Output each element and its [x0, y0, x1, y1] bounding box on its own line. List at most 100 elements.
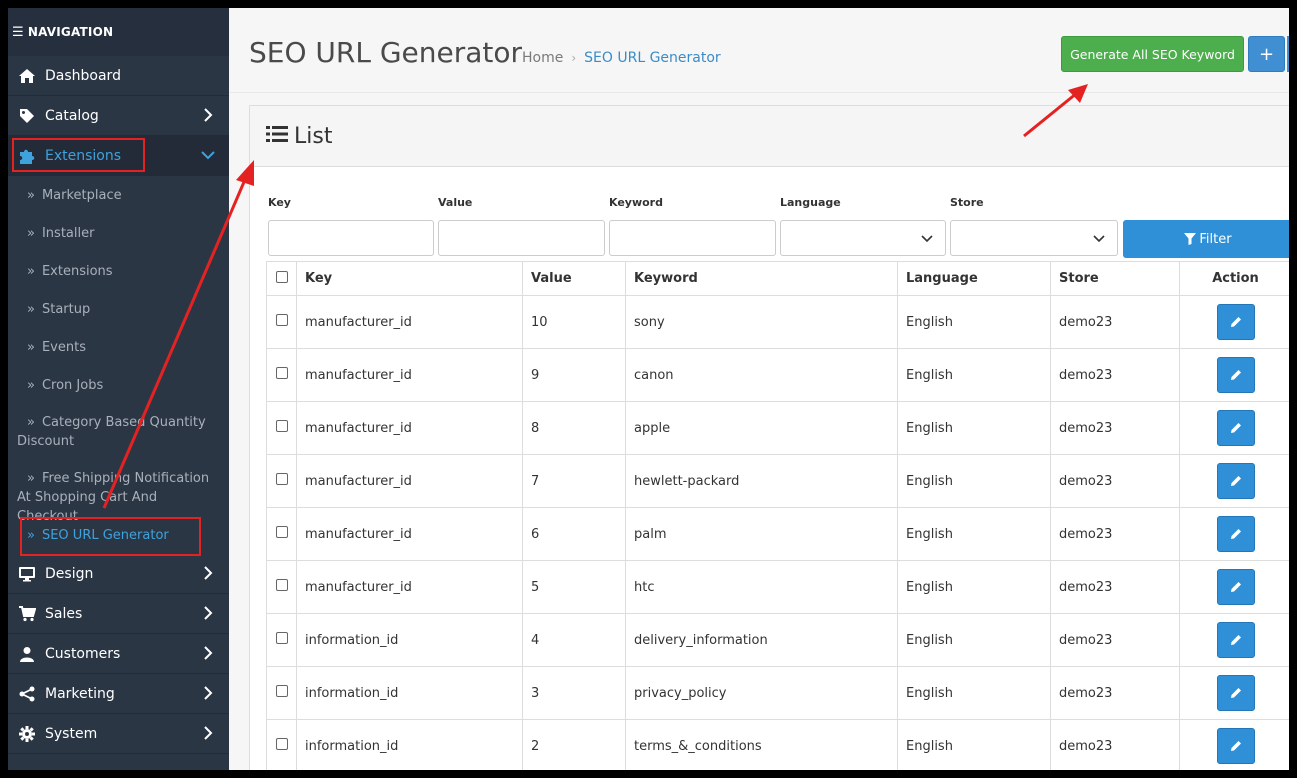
row-checkbox[interactable]: [275, 367, 288, 379]
row-checkbox[interactable]: [275, 579, 288, 591]
pencil-icon: [1230, 582, 1241, 592]
double-chevron-icon: »: [27, 471, 35, 486]
cell-keyword: delivery_information: [625, 613, 898, 667]
cell-keyword: sony: [625, 295, 898, 349]
cell-store: demo23: [1050, 507, 1180, 561]
cell-language: English: [897, 507, 1051, 561]
column-header-action: Action: [1179, 261, 1289, 296]
highlight-box-extensions: [12, 138, 145, 172]
cell-key: information_id: [296, 719, 523, 770]
row-checkbox[interactable]: [275, 738, 288, 750]
edit-button[interactable]: [1216, 463, 1255, 499]
chevron-right-icon: [204, 108, 213, 122]
add-button[interactable]: +: [1248, 36, 1285, 72]
cell-action: [1179, 401, 1289, 455]
column-header-store[interactable]: Store: [1050, 261, 1180, 296]
cell-action: [1179, 613, 1289, 667]
filter-label-keyword: Keyword: [609, 196, 663, 209]
double-chevron-icon: »: [27, 187, 35, 203]
generate-all-seo-keyword-button[interactable]: Generate All SEO Keyword: [1061, 36, 1244, 72]
pencil-icon: [1230, 317, 1241, 327]
edit-button[interactable]: [1216, 728, 1255, 764]
row-checkbox-cell: [266, 560, 297, 614]
cell-store: demo23: [1050, 295, 1180, 349]
column-header-value[interactable]: Value: [522, 261, 626, 296]
sidebar-subitem-free-shipping[interactable]: » Free Shipping Notification At Shopping …: [8, 460, 229, 524]
filter-language-select[interactable]: [780, 220, 946, 256]
edit-button[interactable]: [1216, 410, 1255, 446]
double-chevron-icon: »: [27, 225, 35, 241]
filter-key-input[interactable]: [268, 220, 434, 256]
filter-keyword-input[interactable]: [609, 220, 776, 256]
sidebar-subitem-installer[interactable]: » Installer: [8, 214, 229, 252]
filter-label-language: Language: [780, 196, 841, 209]
row-checkbox[interactable]: [275, 526, 288, 538]
chevron-right-icon: [204, 686, 213, 700]
filter-store-select[interactable]: [950, 220, 1118, 256]
cell-store: demo23: [1050, 613, 1180, 667]
panel-heading: List: [250, 106, 1289, 167]
filter-value-input[interactable]: [438, 220, 605, 256]
partial-button-edge: [1287, 36, 1289, 72]
table-row: manufacturer_id 6 palm English demo23: [266, 507, 1289, 561]
cell-language: English: [897, 348, 1051, 402]
row-checkbox-cell: [266, 719, 297, 770]
user-icon: [17, 644, 37, 664]
row-checkbox[interactable]: [275, 473, 288, 485]
pencil-icon: [1230, 370, 1241, 380]
cell-language: English: [897, 401, 1051, 455]
cell-keyword: terms_&_conditions: [625, 719, 898, 770]
edit-button[interactable]: [1216, 357, 1255, 393]
column-header-keyword[interactable]: Keyword: [625, 261, 898, 296]
select-all-checkbox[interactable]: [275, 270, 288, 283]
sidebar-item-catalog[interactable]: Catalog: [8, 96, 229, 136]
cell-value: 8: [522, 401, 626, 455]
sidebar-item-system[interactable]: System: [8, 714, 229, 754]
cell-key: manufacturer_id: [296, 295, 523, 349]
row-checkbox-cell: [266, 454, 297, 508]
sidebar-item-sales[interactable]: Sales: [8, 594, 229, 634]
cell-action: [1179, 348, 1289, 402]
row-checkbox[interactable]: [275, 420, 288, 432]
cell-key: information_id: [296, 666, 523, 720]
row-checkbox[interactable]: [275, 685, 288, 697]
sidebar-subitem-category-discount[interactable]: » Category Based Quantity Discount: [8, 404, 229, 460]
filter-button[interactable]: Filter: [1123, 220, 1289, 258]
row-checkbox[interactable]: [275, 314, 288, 326]
row-checkbox[interactable]: [275, 632, 288, 644]
sidebar-subitem-startup[interactable]: » Startup: [8, 290, 229, 328]
edit-button[interactable]: [1216, 675, 1255, 711]
breadcrumb-current[interactable]: SEO URL Generator: [584, 50, 721, 66]
sidebar-subitem-extensions[interactable]: » Extensions: [8, 252, 229, 290]
column-header-language[interactable]: Language: [897, 261, 1051, 296]
edit-button[interactable]: [1216, 569, 1255, 605]
cell-keyword: canon: [625, 348, 898, 402]
double-chevron-icon: »: [27, 377, 35, 393]
sidebar-item-design[interactable]: Design: [8, 554, 229, 594]
sidebar-subitem-cron-jobs[interactable]: » Cron Jobs: [8, 366, 229, 404]
column-header-key[interactable]: Key: [296, 261, 523, 296]
cell-value: 7: [522, 454, 626, 508]
cell-store: demo23: [1050, 560, 1180, 614]
sidebar-item-dashboard[interactable]: Dashboard: [8, 56, 229, 96]
filter-label-value: Value: [438, 196, 473, 209]
chevron-down-icon: [1093, 235, 1105, 243]
breadcrumb-home[interactable]: Home: [522, 50, 563, 66]
table-row: manufacturer_id 10 sony English demo23: [266, 295, 1289, 349]
sidebar-item-marketing[interactable]: Marketing: [8, 674, 229, 714]
sidebar-item-customers[interactable]: Customers: [8, 634, 229, 674]
cell-keyword: htc: [625, 560, 898, 614]
select-all-cell: [266, 261, 297, 296]
edit-button[interactable]: [1216, 304, 1255, 340]
cell-language: English: [897, 295, 1051, 349]
nav-header[interactable]: ☰ NAVIGATION: [8, 8, 229, 56]
list-icon: [266, 124, 288, 149]
edit-button[interactable]: [1216, 622, 1255, 658]
sidebar-subitem-marketplace[interactable]: » Marketplace: [8, 176, 229, 214]
table-row: information_id 3 privacy_policy English demo…: [266, 666, 1289, 720]
sidebar-subitem-events[interactable]: » Events: [8, 328, 229, 366]
cell-key: information_id: [296, 613, 523, 667]
cell-action: [1179, 295, 1289, 349]
cell-language: English: [897, 613, 1051, 667]
edit-button[interactable]: [1216, 516, 1255, 552]
